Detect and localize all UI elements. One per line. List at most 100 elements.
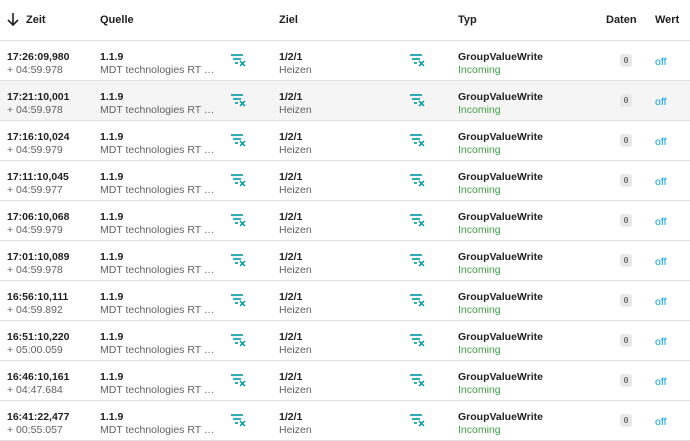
destination-address: 1/2/1 [279, 91, 303, 103]
time-delta: + 04:59.978 [7, 104, 63, 116]
column-header-daten[interactable]: Daten [606, 14, 637, 26]
column-header-quelle[interactable]: Quelle [100, 14, 134, 26]
filter-remove-icon[interactable] [230, 173, 246, 187]
column-header-wert[interactable]: Wert [655, 14, 679, 26]
filter-remove-icon[interactable] [230, 133, 246, 147]
telegram-type: GroupValueWrite [458, 131, 543, 143]
source-address: 1.1.9 [100, 411, 124, 423]
filter-remove-icon[interactable] [409, 53, 425, 67]
data-chip: 0 [620, 214, 632, 227]
table-row[interactable]: 17:26:09,980 + 04:59.978 1.1.9 MDT technolo… [0, 41, 690, 81]
telegram-type: GroupValueWrite [458, 331, 543, 343]
telegram-direction: Incoming [458, 424, 501, 436]
filter-remove-icon[interactable] [409, 173, 425, 187]
destination-address: 1/2/1 [279, 291, 303, 303]
destination-name: Heizen [279, 144, 312, 156]
table-row[interactable]: 16:41:22,477 + 00:55.057 1.1.9 MDT technolo… [0, 401, 690, 441]
value-link[interactable]: off [655, 56, 666, 68]
filter-remove-icon[interactable] [409, 373, 425, 387]
data-chip: 0 [620, 334, 632, 347]
source-name: MDT technologies RT Bür… [100, 304, 218, 316]
data-chip: 0 [620, 174, 632, 187]
time-value: 16:51:10,220 [7, 331, 70, 343]
source-address: 1.1.9 [100, 291, 124, 303]
time-delta: + 04:59.978 [7, 264, 63, 276]
destination-name: Heizen [279, 184, 312, 196]
destination-name: Heizen [279, 384, 312, 396]
column-header-typ[interactable]: Typ [458, 14, 477, 26]
table-header: Zeit Quelle Ziel Typ Daten Wert [0, 0, 690, 41]
value-link[interactable]: off [655, 96, 666, 108]
table-row[interactable]: 17:16:10,024 + 04:59.979 1.1.9 MDT technolo… [0, 121, 690, 161]
destination-address: 1/2/1 [279, 331, 303, 343]
filter-remove-icon[interactable] [409, 413, 425, 427]
table-row[interactable]: 16:56:10,111 + 04:59.892 1.1.9 MDT technolo… [0, 281, 690, 321]
destination-address: 1/2/1 [279, 131, 303, 143]
filter-remove-icon[interactable] [230, 373, 246, 387]
filter-remove-icon[interactable] [409, 133, 425, 147]
time-delta: + 05:00.059 [7, 344, 63, 356]
table-row[interactable]: 16:46:10,161 + 04:47.684 1.1.9 MDT technolo… [0, 361, 690, 401]
column-header-ziel[interactable]: Ziel [279, 14, 298, 26]
filter-remove-icon[interactable] [230, 413, 246, 427]
value-link[interactable]: off [655, 416, 666, 428]
filter-remove-icon[interactable] [230, 333, 246, 347]
table-row[interactable]: 17:06:10,068 + 04:59.979 1.1.9 MDT technolo… [0, 201, 690, 241]
arrow-down-icon[interactable] [6, 11, 20, 27]
value-link[interactable]: off [655, 296, 666, 308]
telegram-table: Zeit Quelle Ziel Typ Daten Wert 17:26:09… [0, 0, 690, 441]
destination-name: Heizen [279, 424, 312, 436]
destination-name: Heizen [279, 104, 312, 116]
telegram-type: GroupValueWrite [458, 371, 543, 383]
data-chip: 0 [620, 134, 632, 147]
value-link[interactable]: off [655, 336, 666, 348]
source-name: MDT technologies RT Bür… [100, 384, 218, 396]
source-name: MDT technologies RT Bür… [100, 264, 218, 276]
data-chip: 0 [620, 254, 632, 267]
telegram-direction: Incoming [458, 144, 501, 156]
telegram-direction: Incoming [458, 184, 501, 196]
time-value: 17:06:10,068 [7, 211, 70, 223]
filter-remove-icon[interactable] [230, 293, 246, 307]
telegram-type: GroupValueWrite [458, 251, 543, 263]
filter-remove-icon[interactable] [230, 213, 246, 227]
filter-remove-icon[interactable] [409, 333, 425, 347]
source-name: MDT technologies RT Bür… [100, 64, 218, 76]
time-delta: + 04:59.977 [7, 184, 63, 196]
table-row[interactable]: 17:01:10,089 + 04:59.978 1.1.9 MDT technolo… [0, 241, 690, 281]
table-row[interactable]: 17:21:10,001 + 04:59.978 1.1.9 MDT technolo… [0, 81, 690, 121]
telegram-direction: Incoming [458, 264, 501, 276]
source-name: MDT technologies RT Bür… [100, 104, 218, 116]
telegram-type: GroupValueWrite [458, 91, 543, 103]
value-link[interactable]: off [655, 216, 666, 228]
column-header-zeit[interactable]: Zeit [26, 14, 46, 26]
filter-remove-icon[interactable] [409, 93, 425, 107]
filter-remove-icon[interactable] [230, 93, 246, 107]
telegram-direction: Incoming [458, 344, 501, 356]
data-chip: 0 [620, 374, 632, 387]
filter-remove-icon[interactable] [230, 253, 246, 267]
source-address: 1.1.9 [100, 251, 124, 263]
value-link[interactable]: off [655, 136, 666, 148]
source-name: MDT technologies RT Bür… [100, 144, 218, 156]
value-link[interactable]: off [655, 256, 666, 268]
time-delta: + 04:59.892 [7, 304, 63, 316]
filter-remove-icon[interactable] [409, 213, 425, 227]
destination-name: Heizen [279, 344, 312, 356]
telegram-type: GroupValueWrite [458, 171, 543, 183]
value-link[interactable]: off [655, 176, 666, 188]
value-link[interactable]: off [655, 376, 666, 388]
time-delta: + 04:59.979 [7, 144, 63, 156]
filter-remove-icon[interactable] [409, 253, 425, 267]
source-name: MDT technologies RT Bür… [100, 184, 218, 196]
time-value: 17:01:10,089 [7, 251, 70, 263]
filter-remove-icon[interactable] [230, 53, 246, 67]
filter-remove-icon[interactable] [409, 293, 425, 307]
destination-address: 1/2/1 [279, 51, 303, 63]
telegram-type: GroupValueWrite [458, 211, 543, 223]
table-row[interactable]: 16:51:10,220 + 05:00.059 1.1.9 MDT technolo… [0, 321, 690, 361]
telegram-direction: Incoming [458, 304, 501, 316]
source-name: MDT technologies RT Bür… [100, 344, 218, 356]
table-row[interactable]: 17:11:10,045 + 04:59.977 1.1.9 MDT technolo… [0, 161, 690, 201]
destination-address: 1/2/1 [279, 251, 303, 263]
